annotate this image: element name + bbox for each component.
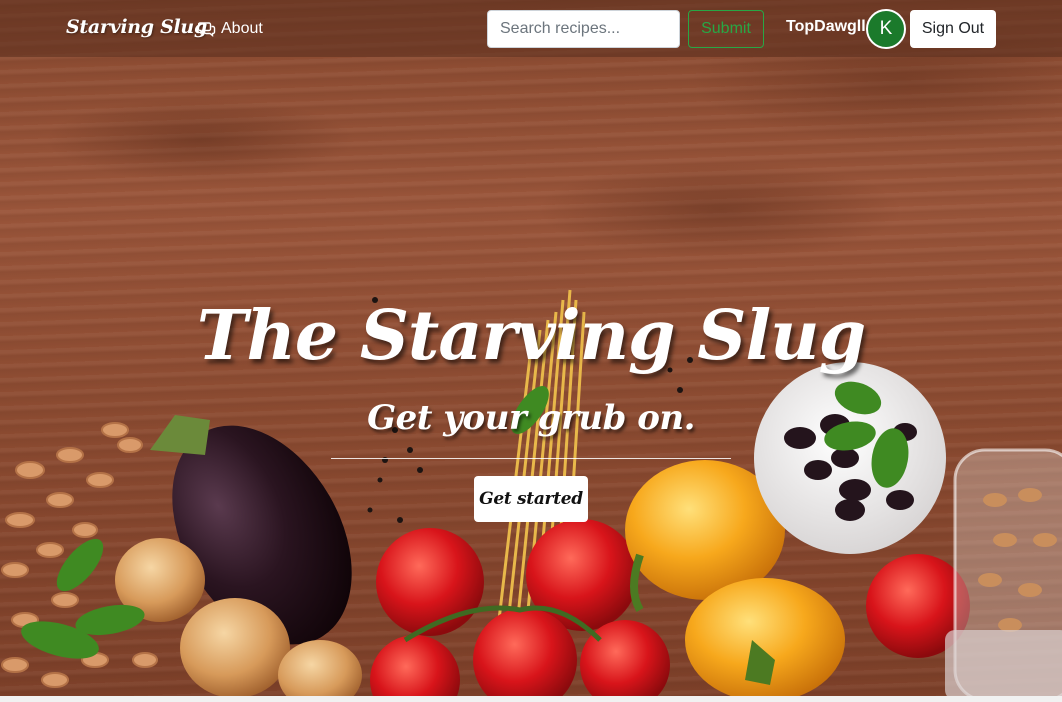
about-label: About bbox=[221, 20, 263, 37]
brand-logo-link[interactable]: Starving Slug bbox=[66, 16, 207, 38]
sign-out-button[interactable]: Sign Out bbox=[910, 10, 996, 48]
avatar[interactable]: K bbox=[866, 9, 906, 49]
page-bottom-edge bbox=[0, 696, 1062, 702]
about-link[interactable]: About bbox=[198, 18, 263, 40]
hero-title: The Starving Slug bbox=[196, 296, 866, 376]
submit-button[interactable]: Submit bbox=[688, 10, 764, 48]
hero-divider bbox=[331, 458, 731, 459]
chat-bubbles-icon bbox=[198, 21, 216, 37]
username-label[interactable]: TopDawgll bbox=[786, 18, 866, 36]
get-started-button[interactable]: Get started bbox=[474, 476, 588, 522]
search-input[interactable] bbox=[487, 10, 680, 48]
hero-subtitle: Get your grub on. bbox=[367, 398, 695, 438]
top-navbar: Starving Slug About Submit TopDawgll K S… bbox=[0, 0, 1062, 57]
avatar-initial: K bbox=[879, 18, 893, 39]
